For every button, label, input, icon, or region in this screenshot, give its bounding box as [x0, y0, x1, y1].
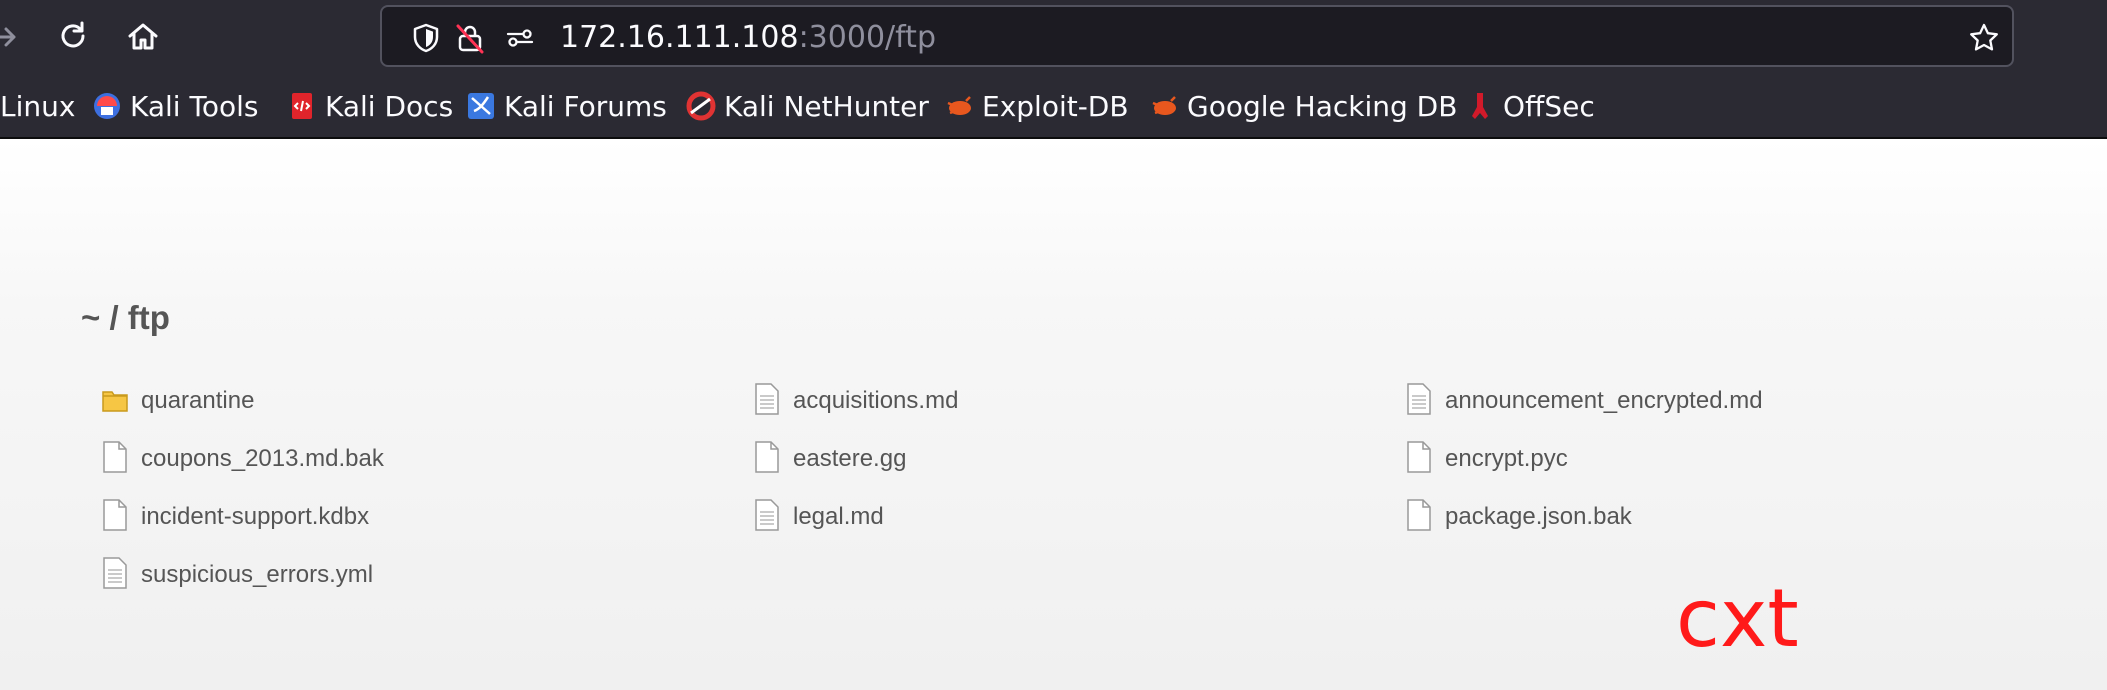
- file-link-coupons[interactable]: coupons_2013.md.bak: [101, 439, 384, 479]
- browser-toolbar: 172.16.111.108:3000/ftp: [0, 0, 2107, 75]
- kali-tools-icon: [92, 91, 122, 121]
- reload-icon[interactable]: [55, 19, 91, 55]
- file-name: legal.md: [793, 503, 884, 530]
- file-link-package-json[interactable]: package.json.bak: [1405, 497, 1632, 537]
- forward-arrow-icon[interactable]: [0, 19, 22, 55]
- file-name: coupons_2013.md.bak: [141, 445, 384, 472]
- file-icon: [101, 440, 129, 474]
- offsec-icon: [1465, 91, 1495, 121]
- address-bar[interactable]: 172.16.111.108:3000/ftp: [380, 5, 2014, 67]
- file-link-incident-support[interactable]: incident-support.kdbx: [101, 497, 369, 537]
- kali-forums-icon: [466, 91, 496, 121]
- home-icon[interactable]: [125, 19, 161, 55]
- file-icon: [101, 498, 129, 532]
- bookmark-label: OffSec: [1503, 90, 1595, 123]
- bookmark-kali-docs[interactable]: Kali Docs: [287, 89, 453, 125]
- bookmark-kali-forums[interactable]: Kali Forums: [466, 89, 667, 125]
- file-name: suspicious_errors.yml: [141, 561, 374, 588]
- file-link-suspicious-errors[interactable]: suspicious_errors.yml: [101, 555, 373, 595]
- kali-docs-icon: [287, 91, 317, 121]
- bookmark-label: Kali Forums: [504, 90, 667, 123]
- file-name: eastere.gg: [793, 445, 907, 472]
- file-icon: [1405, 498, 1433, 532]
- file-name: quarantine: [141, 387, 255, 414]
- bookmark-label: Linux: [0, 90, 76, 123]
- file-name: incident-support.kdbx: [141, 503, 370, 530]
- breadcrumb: ~ / ftp: [81, 299, 170, 336]
- page-content: ~ / ftp quarantine acquisitions.md annou…: [0, 139, 2107, 690]
- file-link-encrypt[interactable]: encrypt.pyc: [1405, 439, 1568, 479]
- folder-icon: [101, 382, 129, 416]
- bookmark-label: Google Hacking DB: [1187, 90, 1458, 123]
- bookmark-linux[interactable]: Linux: [0, 89, 75, 125]
- text-file-icon: [1405, 382, 1433, 416]
- google-hacking-db-icon: [1149, 91, 1179, 121]
- bookmark-label: Exploit-DB: [982, 90, 1129, 123]
- permissions-icon[interactable]: [504, 22, 536, 54]
- bookmark-kali-tools[interactable]: Kali Tools: [92, 89, 258, 125]
- bookmarks-toolbar: Linux Kali Tools Kali Docs Kali Forums K…: [0, 75, 2107, 139]
- file-link-legal[interactable]: legal.md: [753, 497, 884, 537]
- bookmark-label: Kali NetHunter: [724, 90, 929, 123]
- kali-nethunter-icon: [686, 91, 716, 121]
- url-text[interactable]: 172.16.111.108:3000/ftp: [560, 21, 936, 55]
- exploit-db-icon: [944, 91, 974, 121]
- bookmark-exploit-db[interactable]: Exploit-DB: [944, 89, 1129, 125]
- bookmark-label: Kali Tools: [130, 90, 259, 123]
- url-path: :3000/ftp: [798, 20, 936, 55]
- file-name: announcement_encrypted.md: [1445, 387, 1763, 414]
- file-name: encrypt.pyc: [1445, 445, 1568, 472]
- bookmark-kali-nethunter[interactable]: Kali NetHunter: [686, 89, 929, 125]
- text-file-icon: [753, 498, 781, 532]
- file-name: acquisitions.md: [793, 387, 959, 414]
- file-icon: [753, 440, 781, 474]
- url-host: 172.16.111.108: [560, 20, 799, 55]
- file-link-announcement-encrypted[interactable]: announcement_encrypted.md: [1405, 381, 1763, 421]
- star-icon[interactable]: [1968, 22, 2000, 54]
- bookmark-google-hacking-db[interactable]: Google Hacking DB: [1149, 89, 1457, 125]
- file-name: package.json.bak: [1445, 503, 1632, 530]
- file-link-quarantine[interactable]: quarantine: [101, 381, 254, 421]
- insecure-lock-icon[interactable]: [454, 22, 486, 54]
- tracking-protection-icon[interactable]: [410, 22, 442, 54]
- watermark-text: cxt: [1676, 572, 1799, 665]
- bookmark-label: Kali Docs: [325, 90, 454, 123]
- file-icon: [1405, 440, 1433, 474]
- text-file-icon: [753, 382, 781, 416]
- file-link-eastere[interactable]: eastere.gg: [753, 439, 906, 479]
- bookmark-offsec[interactable]: OffSec: [1465, 89, 1595, 125]
- file-link-acquisitions[interactable]: acquisitions.md: [753, 381, 958, 421]
- text-file-icon: [101, 556, 129, 590]
